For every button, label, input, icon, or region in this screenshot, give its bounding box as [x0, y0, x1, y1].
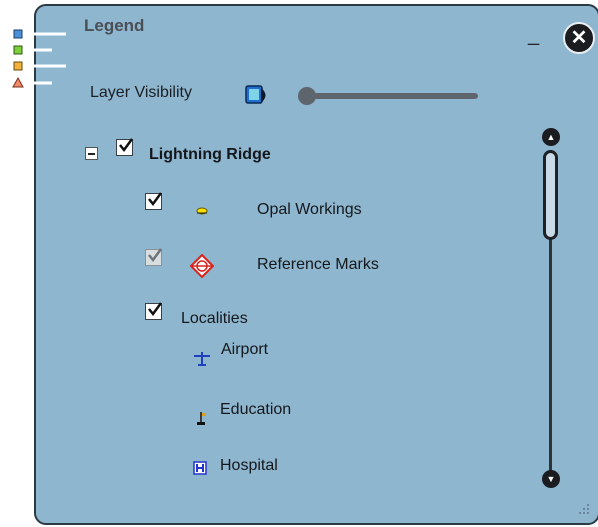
scroll-down-button[interactable]: ▼ — [542, 470, 560, 488]
resize-grip-icon[interactable] — [576, 501, 590, 515]
education-icon — [197, 412, 206, 425]
checkbox-opal-workings[interactable] — [145, 192, 163, 210]
layer-label-opal-workings: Opal Workings — [257, 201, 362, 218]
legend-widget-icon[interactable] — [8, 26, 68, 98]
locality-label-education: Education — [220, 401, 292, 418]
collapse-toggle-lightning-ridge[interactable] — [85, 147, 98, 160]
checkmark-icon — [148, 192, 163, 207]
checkmark-icon — [148, 302, 163, 317]
scroll-up-button[interactable]: ▲ — [542, 128, 560, 146]
layer-label-reference-marks: Reference Marks — [257, 256, 379, 273]
reference-marks-icon — [190, 254, 214, 278]
checkbox-localities[interactable] — [145, 302, 163, 320]
close-icon: ✕ — [570, 27, 588, 49]
layer-visibility-label: Layer Visibility — [90, 84, 192, 101]
opal-workings-icon — [196, 207, 208, 215]
close-button[interactable]: ✕ — [563, 22, 595, 54]
layer-label-localities: Localities — [181, 310, 248, 327]
checkbox-reference-marks[interactable] — [145, 248, 163, 266]
panel-title: Legend — [84, 16, 145, 35]
chevron-down-icon: ▼ — [546, 474, 556, 484]
checkmark-icon — [148, 248, 163, 263]
minimize-button[interactable]: _ — [528, 25, 539, 45]
layer-visibility-slider[interactable] — [307, 93, 478, 99]
scrollbar-thumb[interactable] — [543, 150, 558, 240]
group-label-lightning-ridge: Lightning Ridge — [149, 146, 271, 163]
slider-thumb[interactable] — [298, 87, 316, 105]
chevron-up-icon: ▲ — [546, 132, 556, 142]
airport-icon — [194, 352, 210, 366]
hospital-icon — [193, 461, 207, 475]
layer-visibility-icon — [245, 85, 266, 104]
checkmark-icon — [119, 138, 134, 153]
checkbox-lightning-ridge[interactable] — [116, 138, 134, 156]
locality-label-hospital: Hospital — [220, 457, 278, 474]
locality-label-airport: Airport — [221, 341, 269, 358]
